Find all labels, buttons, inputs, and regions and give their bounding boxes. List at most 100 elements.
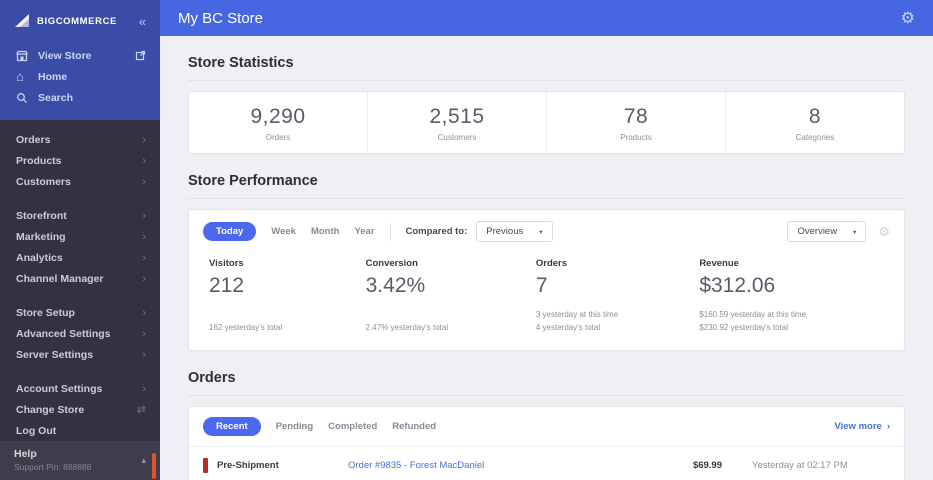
bigcommerce-sail-icon: [14, 13, 32, 29]
compared-to-select[interactable]: Previous ▾: [476, 221, 553, 242]
sidebar-item-label: Orders: [16, 133, 51, 146]
tab-recent[interactable]: Recent: [203, 417, 261, 436]
chevron-right-icon: ›: [142, 175, 146, 188]
sidebar-item-home[interactable]: ⌂ Home: [0, 66, 160, 87]
search-icon: [16, 92, 29, 104]
stat-value: 78: [623, 105, 649, 128]
metric-sub: 4 yesterday's total: [535, 323, 601, 333]
sidebar-item-marketing[interactable]: Marketing ›: [0, 226, 160, 247]
store-statistics-card: 9,290 Orders 2,515 Customers 78 Products…: [188, 91, 905, 154]
sidebar-item-label: Advanced Settings: [16, 327, 111, 340]
sidebar-item-customers[interactable]: Customers ›: [0, 171, 160, 192]
sidebar-top-nav: View Store ⌂ Home Search: [0, 41, 160, 108]
performance-settings-icon[interactable]: ⚙: [878, 224, 890, 240]
tab-year[interactable]: Year: [354, 226, 374, 237]
sidebar-item-search[interactable]: Search: [0, 87, 160, 108]
tab-week[interactable]: Week: [271, 226, 296, 237]
tab-completed[interactable]: Completed: [328, 421, 377, 432]
sidebar-item-server-settings[interactable]: Server Settings ›: [0, 344, 160, 365]
sidebar-item-storefront[interactable]: Storefront ›: [0, 205, 160, 226]
caret-up-icon: ▴: [141, 454, 146, 465]
sidebar-item-label: Storefront: [16, 209, 67, 222]
sidebar-item-orders[interactable]: Orders ›: [0, 129, 160, 150]
metric-value: 3.42%: [365, 274, 426, 297]
sidebar-scrollbar-thumb[interactable]: [152, 453, 156, 479]
metric-label: Visitors: [209, 258, 244, 269]
logo-row: BIGCOMMERCE «: [0, 0, 160, 41]
stat-value: 2,515: [429, 105, 485, 128]
metric-sub: $230.92 yesterday's total: [699, 323, 789, 333]
logo-text: BIGCOMMERCE: [37, 15, 117, 27]
sidebar-help-panel[interactable]: Help Support Pin: 888888 ▴: [0, 441, 160, 480]
tab-month[interactable]: Month: [311, 226, 340, 237]
view-more-label: View more: [834, 421, 882, 432]
orders-card: Recent Pending Completed Refunded View m…: [188, 406, 905, 480]
bigcommerce-logo[interactable]: BIGCOMMERCE: [14, 13, 117, 29]
sidebar-top-section: BIGCOMMERCE « View Store ⌂ Home Search: [0, 0, 160, 120]
metric-label: Revenue: [699, 258, 739, 269]
stat-label: Customers: [437, 133, 477, 142]
sidebar-item-label: Server Settings: [16, 348, 94, 361]
caret-down-icon: ▾: [539, 228, 543, 236]
stat-value: 8: [808, 105, 822, 128]
order-row: Pre-Shipment Order #9835 - Forest MacDan…: [189, 446, 904, 480]
section-title-store-performance: Store Performance: [188, 173, 905, 199]
overview-select[interactable]: Overview ▾: [787, 221, 867, 242]
sidebar-menu: Orders › Products › Customers › Storefro…: [0, 120, 160, 441]
chevron-right-icon: ›: [142, 327, 146, 340]
external-link-icon: [135, 50, 146, 61]
sidebar-item-label: Customers: [16, 175, 71, 188]
chevron-right-icon: ›: [142, 272, 146, 285]
help-label: Help: [14, 448, 37, 460]
sidebar-item-label: Analytics: [16, 251, 63, 264]
section-title-store-statistics: Store Statistics: [188, 55, 905, 81]
order-timestamp: Yesterday at 02:17 PM: [752, 459, 848, 471]
top-header: My BC Store ⚙: [160, 0, 933, 36]
sidebar-item-change-store[interactable]: Change Store ⇄: [0, 399, 160, 420]
order-amount: $69.99: [692, 459, 722, 471]
sidebar-item-label: Log Out: [16, 424, 57, 437]
sidebar-item-label: Account Settings: [16, 382, 103, 395]
metric-visitors: Visitors 212 162 yesterday's total: [209, 258, 366, 335]
sidebar-item-log-out[interactable]: Log Out: [0, 420, 160, 441]
tab-today[interactable]: Today: [203, 222, 257, 241]
sidebar-item-store-setup[interactable]: Store Setup ›: [0, 302, 160, 323]
order-link[interactable]: Order #9835 - Forest MacDaniel: [348, 460, 652, 471]
sidebar-item-analytics[interactable]: Analytics ›: [0, 247, 160, 268]
chevron-right-icon: ›: [142, 306, 146, 319]
chevron-right-icon: ›: [142, 209, 146, 222]
metric-sub: 3 yesterday at this time: [535, 310, 619, 320]
chevron-right-icon: ›: [142, 154, 146, 167]
orders-toolbar: Recent Pending Completed Refunded View m…: [189, 407, 904, 446]
stat-label: Orders: [265, 133, 291, 142]
metric-value: 212: [209, 274, 245, 297]
sidebar-item-products[interactable]: Products ›: [0, 150, 160, 171]
sidebar-item-advanced-settings[interactable]: Advanced Settings ›: [0, 323, 160, 344]
chevron-right-icon: ›: [142, 251, 146, 264]
stat-customers: 2,515 Customers: [368, 92, 547, 153]
sidebar-item-label: Change Store: [16, 403, 85, 416]
compared-to-label: Compared to:: [405, 226, 468, 237]
metric-orders: Orders 7 3 yesterday at this time 4 yest…: [536, 258, 699, 335]
stat-label: Categories: [795, 133, 835, 142]
support-pin: Support Pin: 888888: [14, 462, 92, 472]
stat-orders: 9,290 Orders: [189, 92, 368, 153]
section-title-orders: Orders: [188, 370, 905, 396]
main-content: Store Statistics 9,290 Orders 2,515 Cust…: [160, 36, 933, 480]
tab-refunded[interactable]: Refunded: [392, 421, 436, 432]
sidebar-item-label: Products: [16, 154, 62, 167]
stat-value: 9,290: [250, 105, 306, 128]
sidebar-item-view-store[interactable]: View Store: [0, 45, 160, 66]
sidebar-item-account-settings[interactable]: Account Settings ›: [0, 378, 160, 399]
metric-label: Orders: [535, 258, 568, 269]
metric-value: $312.06: [699, 274, 776, 297]
settings-gear-icon[interactable]: ⚙: [901, 8, 915, 28]
sidebar-collapse-icon[interactable]: «: [139, 14, 146, 29]
tab-pending[interactable]: Pending: [276, 421, 313, 432]
metric-label: Conversion: [365, 258, 418, 269]
chevron-right-icon: ›: [886, 421, 890, 432]
sidebar-item-channel-manager[interactable]: Channel Manager ›: [0, 268, 160, 289]
stat-products: 78 Products: [547, 92, 726, 153]
performance-toolbar: Today Week Month Year Compared to: Previ…: [189, 210, 904, 251]
view-more-link[interactable]: View more ›: [834, 421, 890, 432]
